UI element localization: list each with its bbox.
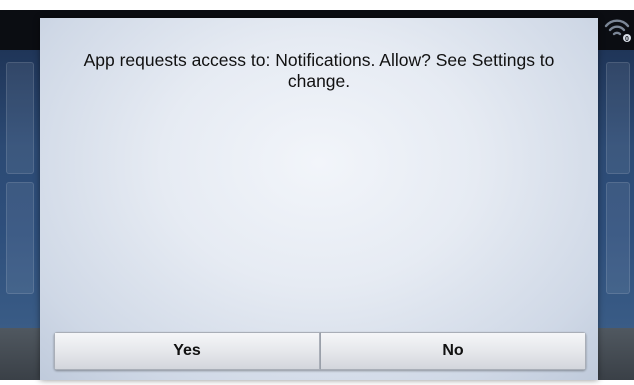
dialog-message: App requests access to: Notifications. A… <box>83 50 555 91</box>
permission-dialog: App requests access to: Notifications. A… <box>40 18 598 380</box>
background-tile <box>6 62 34 174</box>
yes-button[interactable]: Yes <box>54 332 320 370</box>
background-tile <box>606 182 630 294</box>
screen: 0 App requests access to: Notifications.… <box>0 0 634 385</box>
no-button[interactable]: No <box>320 332 586 370</box>
wifi-icon: 0 <box>604 19 631 43</box>
svg-text:0: 0 <box>625 36 629 43</box>
dialog-button-row: Yes No <box>54 332 586 370</box>
background-tile <box>6 182 34 294</box>
background-tile <box>606 62 630 174</box>
